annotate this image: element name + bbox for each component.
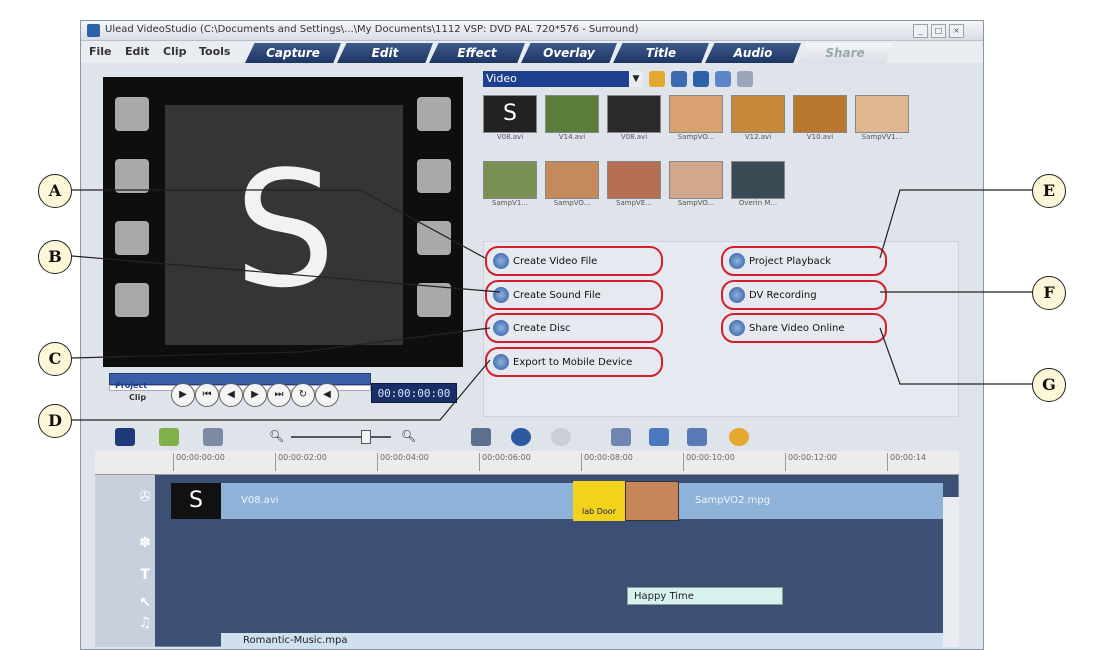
callout-a: A [38,174,72,208]
callout-line-c [71,327,491,359]
callout-line-g [879,327,1034,385]
callout-line-e [879,189,1034,259]
callout-line-b [71,255,501,293]
callout-f: F [1032,276,1066,310]
callout-line-a [72,189,486,259]
callout-line-d [72,359,491,421]
callout-g: G [1032,368,1066,402]
callout-d: D [38,404,72,438]
callout-lines [71,189,1034,421]
callout-c: C [38,342,72,376]
callout-e: E [1032,174,1066,208]
callout-b: B [38,240,72,274]
